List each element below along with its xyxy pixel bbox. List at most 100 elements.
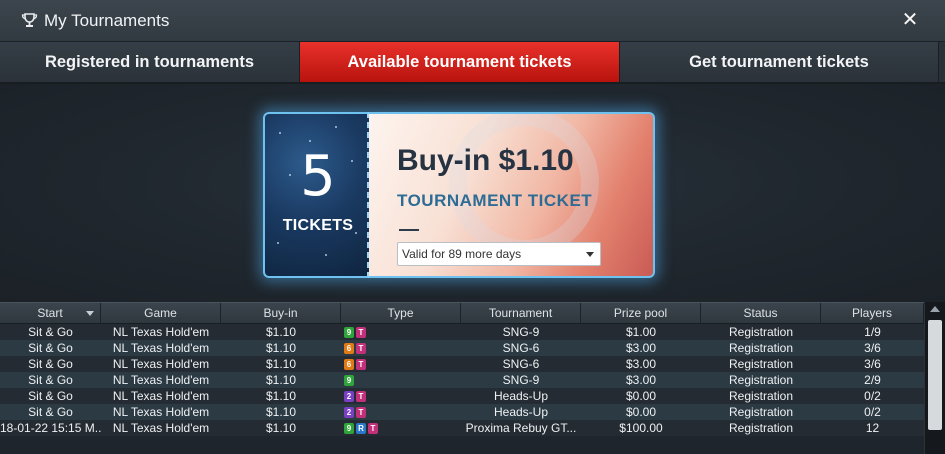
cell-players: 12: [865, 421, 880, 435]
validity-text: Valid for 89 more days: [402, 247, 522, 261]
cell-buyin: $1.10: [265, 357, 297, 371]
cell-buyin: $1.10: [265, 389, 297, 403]
cell-buyin: $1.10: [265, 325, 297, 339]
cell-start: Sit & Go: [28, 389, 73, 403]
column-type[interactable]: Type: [341, 303, 461, 324]
cell-players: 3/6: [864, 341, 881, 355]
cell-type: 6T: [341, 340, 461, 356]
cell-players: 0/2: [864, 389, 881, 403]
column-start[interactable]: Start: [0, 303, 101, 324]
type-badge: T: [368, 422, 378, 434]
type-badge: T: [356, 406, 366, 418]
table-header: Start Game Buy-in Type Tournament Prize …: [0, 302, 924, 324]
cell-status: Registration: [728, 325, 794, 339]
cell-status: Registration: [728, 405, 794, 419]
cell-prize-pool: $1.00: [625, 325, 657, 339]
cell-tournament: SNG-9: [502, 373, 540, 387]
cell-tournament: SNG-9: [502, 325, 540, 339]
type-badge: T: [356, 342, 366, 354]
cell-tournament: SNG-6: [502, 357, 540, 371]
table-row[interactable]: Sit & Go NL Texas Hold'em $1.10 2 T Heads-Up $…: [0, 404, 924, 420]
cell-buyin: $1.10: [265, 341, 297, 355]
column-status[interactable]: Status: [701, 303, 821, 324]
table-row[interactable]: Sit & Go NL Texas Hold'em $1.10 9 T SNG-9 $1.0…: [0, 324, 924, 340]
cell-status: Registration: [728, 373, 794, 387]
cell-start: 18-01-22 15:15 M...: [0, 421, 101, 435]
cell-prize-pool: $3.00: [625, 341, 657, 355]
cell-players: 1/9: [864, 325, 881, 339]
cell-type: 2T: [341, 388, 461, 404]
cell-game: NL Texas Hold'em: [112, 405, 210, 419]
table-body: Sit & Go NL Texas Hold'em $1.10 9 T SNG-9 $1.0…: [0, 324, 924, 436]
ticket-body: Buy-in $1.10 TOURNAMENT TICKET Valid for…: [369, 112, 655, 278]
column-tournament[interactable]: Tournament: [461, 303, 581, 324]
cell-start: Sit & Go: [28, 325, 73, 339]
tournament-table: Start Game Buy-in Type Tournament Prize …: [0, 302, 924, 454]
cell-game: NL Texas Hold'em: [112, 373, 210, 387]
cell-prize-pool: $0.00: [625, 389, 657, 403]
tournament-ticket[interactable]: 5 TICKETS Buy-in $1.10 TOURNAMENT TICKET…: [263, 112, 655, 278]
validity-dropdown[interactable]: Valid for 89 more days: [397, 242, 601, 266]
cell-start: Sit & Go: [28, 357, 73, 371]
type-badge: 2: [344, 406, 354, 418]
scroll-up-icon[interactable]: [930, 306, 940, 312]
cell-players: 3/6: [864, 357, 881, 371]
tab-available-tournament-tickets[interactable]: Available tournament tickets: [300, 42, 620, 82]
cell-prize-pool: $3.00: [625, 373, 657, 387]
column-start-label: Start: [37, 306, 63, 320]
type-badge: 2: [344, 390, 354, 402]
tab-get-tournament-tickets[interactable]: Get tournament tickets: [620, 42, 939, 82]
cell-tournament: Heads-Up: [493, 405, 549, 419]
ticket-buyin: Buy-in $1.10: [397, 144, 574, 177]
table-row[interactable]: Sit & Go NL Texas Hold'em $1.10 6 T SNG-6 $3.0…: [0, 340, 924, 356]
table-row[interactable]: 18-01-22 15:15 M... NL Texas Hold'em $1.10…: [0, 420, 924, 436]
cell-players: 0/2: [864, 405, 881, 419]
type-badge: T: [356, 390, 366, 402]
cell-start: Sit & Go: [28, 341, 73, 355]
cell-buyin: $1.10: [265, 405, 297, 419]
cell-prize-pool: $100.00: [619, 421, 663, 435]
ticket-count: 5: [300, 144, 336, 209]
type-badge: 9: [344, 326, 354, 338]
table-row[interactable]: Sit & Go NL Texas Hold'em $1.10 6 T SNG-6 $3.0…: [0, 356, 924, 372]
ticket-unit-label: TICKETS: [282, 217, 354, 234]
column-prize-pool[interactable]: Prize pool: [581, 303, 701, 324]
cell-game: NL Texas Hold'em: [112, 341, 210, 355]
cell-status: Registration: [728, 421, 794, 435]
type-badge: T: [356, 358, 366, 370]
ticket-showcase: 5 TICKETS Buy-in $1.10 TOURNAMENT TICKET…: [0, 84, 945, 302]
title-bar: My Tournaments ✕: [0, 0, 945, 42]
cell-type: 2T: [341, 404, 461, 420]
cell-game: NL Texas Hold'em: [112, 389, 210, 403]
cell-prize-pool: $0.00: [625, 405, 657, 419]
cell-players: 2/9: [864, 373, 881, 387]
type-badge: 9: [344, 374, 354, 386]
cell-prize-pool: $3.00: [625, 357, 657, 371]
column-game[interactable]: Game: [101, 303, 221, 324]
cell-tournament: Heads-Up: [493, 389, 549, 403]
chevron-down-icon: [586, 252, 594, 257]
table-row[interactable]: Sit & Go NL Texas Hold'em $1.10 9 SNG-9 $3.00…: [0, 372, 924, 388]
trophy-icon: [21, 12, 38, 29]
cell-start: Sit & Go: [28, 373, 73, 387]
cell-type: 9T: [341, 324, 461, 340]
cell-tournament: SNG-6: [502, 341, 540, 355]
cell-type: 9: [341, 372, 461, 388]
column-buyin[interactable]: Buy-in: [221, 303, 341, 324]
column-players[interactable]: Players: [821, 303, 924, 324]
close-button[interactable]: ✕: [901, 10, 919, 30]
cell-status: Registration: [728, 389, 794, 403]
cell-game: NL Texas Hold'em: [112, 325, 210, 339]
cell-start: Sit & Go: [28, 405, 73, 419]
table-row[interactable]: Sit & Go NL Texas Hold'em $1.10 2 T Heads-Up $…: [0, 388, 924, 404]
ticket-stub: 5 TICKETS: [263, 112, 369, 278]
cell-type: 9RT: [341, 420, 461, 436]
scrollbar-thumb[interactable]: [928, 320, 942, 430]
cell-game: NL Texas Hold'em: [112, 357, 210, 371]
tab-registered-in-tournaments[interactable]: Registered in tournaments: [0, 42, 300, 82]
cell-buyin: $1.10: [265, 421, 297, 435]
ticket-subtitle: TOURNAMENT TICKET: [397, 191, 593, 210]
divider: [399, 229, 419, 231]
watermark-logo-icon: [449, 114, 599, 258]
cell-buyin: $1.10: [265, 373, 297, 387]
